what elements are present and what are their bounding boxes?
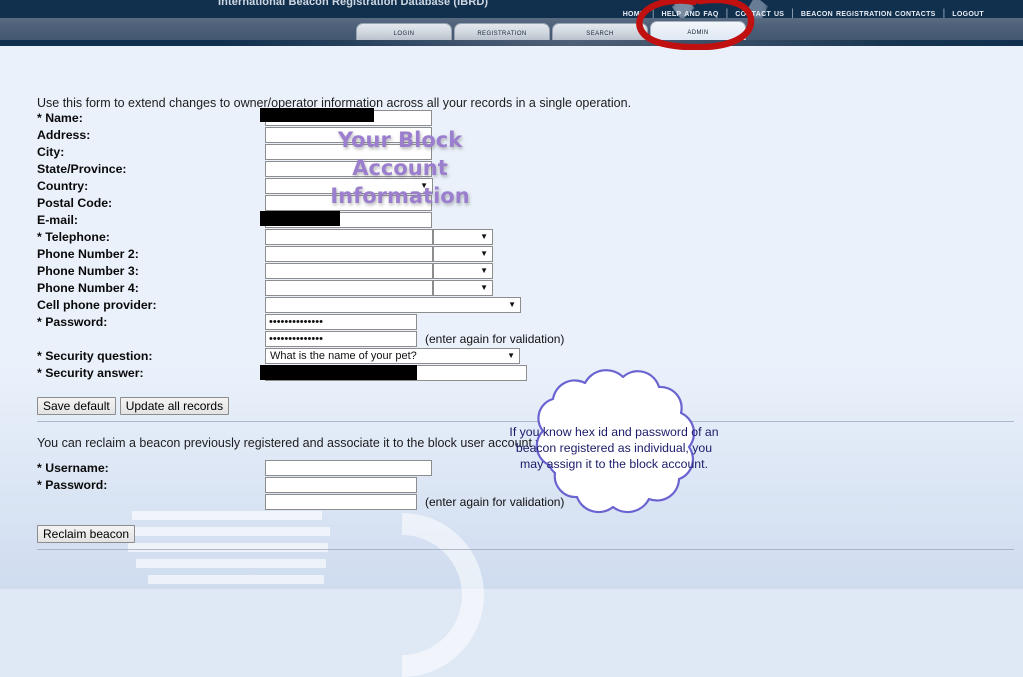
state-province-input[interactable]: [265, 160, 432, 177]
reclaim-form: * Username: * Password: (enter again for…: [37, 459, 564, 510]
form-row-phone-4: Phone Number 4: ▼: [37, 279, 564, 296]
form-row-password-confirm: (enter again for validation): [37, 330, 564, 347]
label-security-question: * Security question:: [37, 348, 153, 363]
bottom-divider: [37, 549, 1014, 550]
chevron-down-icon: ▼: [480, 231, 488, 241]
city-input[interactable]: [265, 143, 432, 160]
label-city: City:: [37, 144, 65, 159]
phone-number-2-input[interactable]: [265, 245, 433, 262]
reclaim-beacon-button[interactable]: Reclaim beacon: [37, 525, 136, 543]
label-email: E-mail:: [37, 212, 78, 227]
password-confirm-hint: (enter again for validation): [425, 331, 565, 346]
redaction-bar-security-answer: [260, 365, 417, 380]
tab-bar: Login Registration Search Admin: [0, 18, 1023, 40]
save-default-button[interactable]: Save default: [37, 397, 116, 415]
form-row-reclaim-password: * Password:: [37, 476, 564, 493]
form-row-postal-code: Postal Code:: [37, 194, 564, 211]
label-cell-phone-provider: Cell phone provider:: [37, 297, 157, 312]
form-row-password: * Password:: [37, 313, 564, 330]
label-reclaim-username: * Username:: [37, 460, 109, 475]
label-telephone: * Telephone:: [37, 229, 110, 244]
label-password: * Password:: [37, 314, 108, 329]
password-confirm-input[interactable]: [265, 330, 417, 347]
phone-number-2-type-select[interactable]: ▼: [433, 245, 493, 262]
reclaim-password-input[interactable]: [265, 476, 417, 493]
form-row-address: Address:: [37, 126, 564, 143]
form-row-cell-provider: Cell phone provider: ▼: [37, 296, 564, 313]
telephone-input[interactable]: [265, 228, 433, 245]
label-phone-number-3: Phone Number 3:: [37, 263, 139, 278]
address-input[interactable]: [265, 126, 432, 143]
label-address: Address:: [37, 127, 91, 142]
tab-registration[interactable]: Registration: [454, 23, 550, 40]
form-row-telephone: * Telephone: ▼: [37, 228, 564, 245]
form-row-state: State/Province:: [37, 160, 564, 177]
phone-number-3-type-select[interactable]: ▼: [433, 262, 493, 279]
update-all-records-button[interactable]: Update all records: [119, 397, 230, 415]
telephone-type-select[interactable]: ▼: [433, 228, 493, 245]
reclaim-password-confirm-hint: (enter again for validation): [425, 494, 565, 509]
form-row-phone-2: Phone Number 2: ▼: [37, 245, 564, 262]
section-divider: [37, 421, 1014, 422]
label-country: Country:: [37, 178, 89, 193]
chevron-down-icon: ▼: [507, 350, 515, 360]
redaction-bar-name: [260, 108, 374, 122]
label-name: * Name:: [37, 110, 83, 125]
form-row-country: Country: ▼: [37, 177, 564, 194]
country-select[interactable]: ▼: [265, 177, 433, 194]
security-question-select[interactable]: What is the name of your pet? ▼: [265, 347, 520, 364]
tab-login[interactable]: Login: [356, 23, 452, 40]
form-row-reclaim-password-confirm: (enter again for validation): [37, 493, 564, 510]
chevron-down-icon: ▼: [480, 282, 488, 292]
label-reclaim-password: * Password:: [37, 477, 108, 492]
site-title: International Beacon Registration Databa…: [218, 0, 489, 8]
security-question-value: What is the name of your pet?: [270, 349, 417, 362]
form-row-phone-3: Phone Number 3: ▼: [37, 262, 564, 279]
chevron-down-icon: ▼: [508, 299, 516, 309]
form-row-security-question: * Security question: What is the name of…: [37, 347, 564, 364]
block-account-form: * Name: Address: City: State/Province: C…: [37, 109, 564, 381]
form-row-city: City:: [37, 143, 564, 160]
phone-number-4-type-select[interactable]: ▼: [433, 279, 493, 296]
main-content: Use this form to extend changes to owner…: [0, 40, 1023, 589]
reclaim-password-confirm-input[interactable]: [265, 493, 417, 510]
postal-code-input[interactable]: [265, 194, 432, 211]
password-input[interactable]: [265, 313, 417, 330]
tab-admin[interactable]: Admin: [650, 21, 746, 40]
chevron-down-icon: ▼: [480, 265, 488, 275]
block-account-buttons: Save default Update all records: [37, 397, 230, 415]
chevron-down-icon: ▼: [420, 180, 428, 190]
phone-number-3-input[interactable]: [265, 262, 433, 279]
label-postal-code: Postal Code:: [37, 195, 113, 210]
cell-phone-provider-select[interactable]: ▼: [265, 296, 521, 313]
redaction-bar-email: [260, 211, 340, 226]
reclaim-button-row: Reclaim beacon: [37, 525, 136, 543]
chevron-down-icon: ▼: [480, 248, 488, 258]
reclaim-intro: You can reclaim a beacon previously regi…: [37, 436, 635, 450]
label-state-province: State/Province:: [37, 161, 127, 176]
reclaim-username-input[interactable]: [265, 459, 432, 476]
label-phone-number-4: Phone Number 4:: [37, 280, 139, 295]
tab-search[interactable]: Search: [552, 23, 648, 40]
form-row-reclaim-username: * Username:: [37, 459, 564, 476]
label-security-answer: * Security answer:: [37, 365, 144, 380]
phone-number-4-input[interactable]: [265, 279, 433, 296]
page-background: International Beacon Registration Databa…: [0, 0, 1023, 677]
label-phone-number-2: Phone Number 2:: [37, 246, 139, 261]
